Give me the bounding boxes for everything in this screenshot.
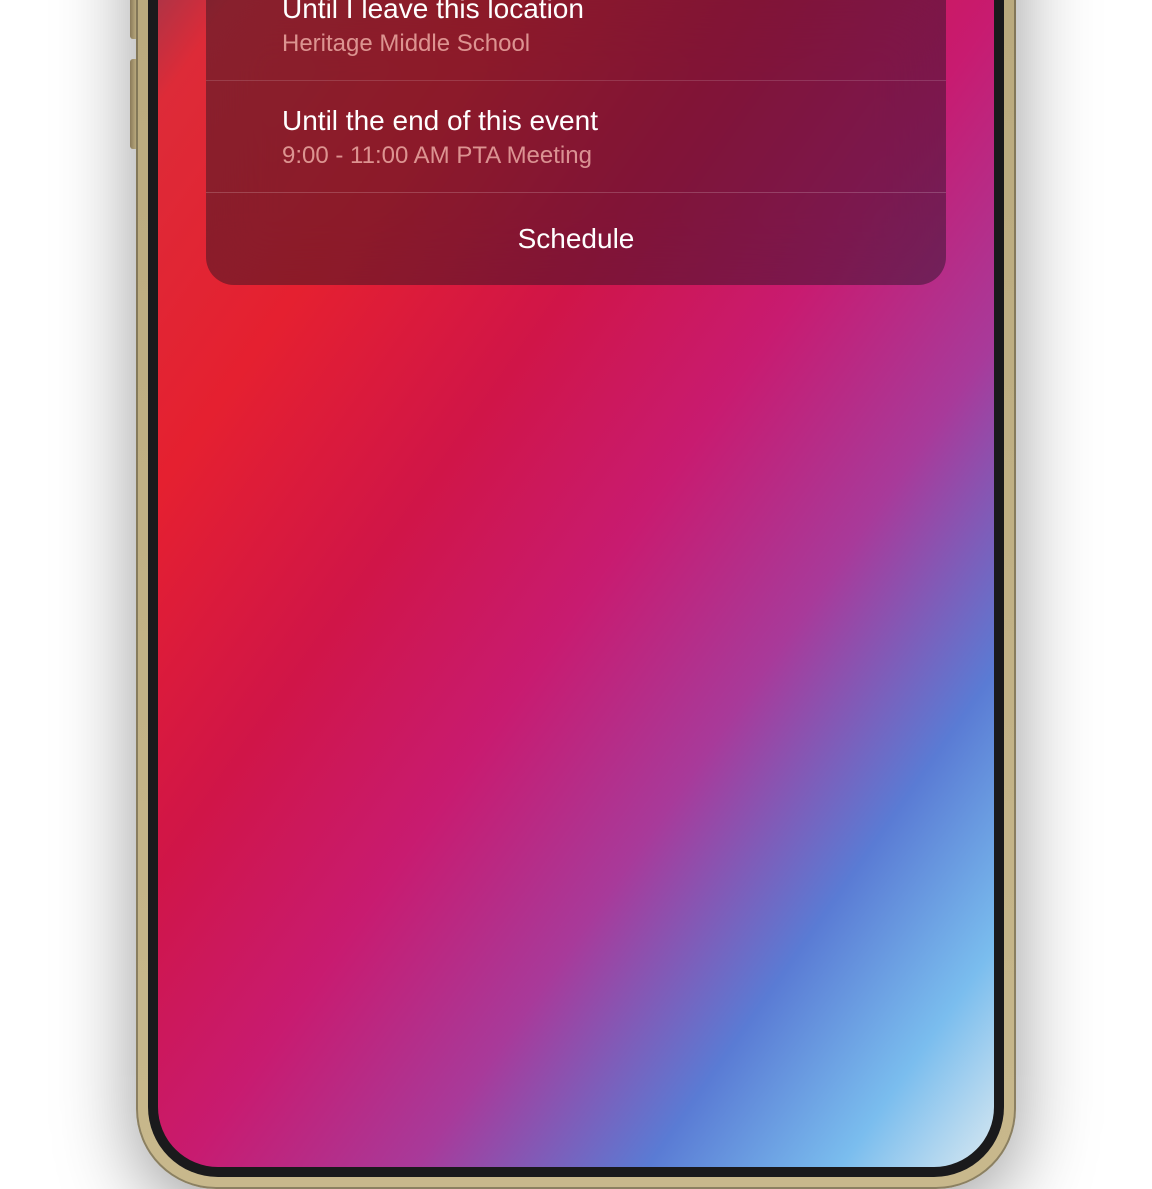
option-sublabel: 9:00 - 11:00 AM PTA Meeting [282, 142, 598, 170]
volume-down-button[interactable] [130, 59, 136, 149]
schedule-button[interactable]: Schedule [206, 193, 946, 285]
option-until-end-of-event[interactable]: Until the end of this event 9:00 - 11:00… [206, 81, 946, 193]
dnd-modal: Do Not Disturb For 1 hour Until [206, 0, 946, 285]
phone-bezel: Do Not Disturb For 1 hour Until [148, 0, 1004, 1177]
volume-up-button[interactable] [130, 0, 136, 39]
option-until-leave-location[interactable]: Until I leave this location Heritage Mid… [206, 0, 946, 81]
phone-frame: Do Not Disturb For 1 hour Until [136, 0, 1016, 1189]
option-label: Until the end of this event [282, 103, 598, 138]
schedule-label: Schedule [518, 223, 635, 255]
screen: Do Not Disturb For 1 hour Until [158, 0, 994, 1167]
option-label: Until I leave this location [282, 0, 584, 26]
option-sublabel: Heritage Middle School [282, 30, 584, 58]
